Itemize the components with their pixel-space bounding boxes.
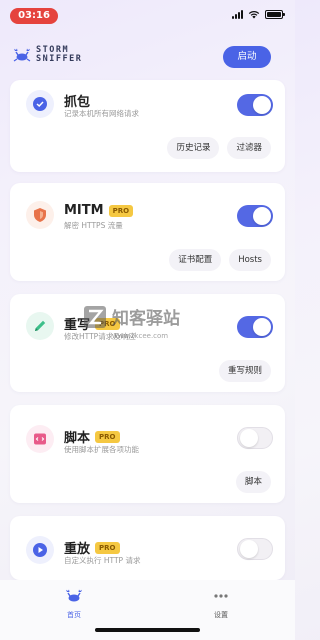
pro-badge: PRO — [95, 541, 120, 554]
battery-icon — [265, 10, 285, 19]
certificate-config-chip[interactable]: 证书配置 — [169, 249, 222, 271]
signal-icon — [232, 10, 243, 19]
play-icon — [26, 536, 54, 564]
status-time: 03:16 — [10, 8, 58, 24]
card-subtitle: 使用脚本扩展各项功能 — [64, 445, 139, 454]
card-mitm: MITM PRO 解密 HTTPS 流量 证书配置 Hosts — [10, 183, 285, 281]
wifi-icon — [248, 10, 260, 19]
card-rewrite: 重写 PRO 修改HTTP请求及响应 重写规则 — [10, 294, 285, 392]
filter-chip[interactable]: 过滤器 — [227, 137, 271, 159]
start-button[interactable]: 启动 — [223, 46, 271, 68]
tab-home-label: 首页 — [67, 611, 81, 619]
card-subtitle: 记录本机所有网络请求 — [64, 109, 139, 118]
logo-line-2: SNIFFER — [36, 54, 83, 64]
pro-badge: PRO — [95, 317, 120, 330]
replay-toggle[interactable] — [237, 538, 273, 560]
card-replay: 重放 PRO 自定义执行 HTTP 请求 — [10, 516, 285, 580]
card-subtitle: 自定义执行 HTTP 请求 — [64, 556, 141, 565]
app-logo: STORM SNIFFER — [12, 46, 82, 64]
tab-home[interactable]: 首页 — [54, 588, 94, 620]
home-indicator — [95, 628, 200, 632]
card-title: MITM — [64, 203, 104, 218]
card-script: 脚本 PRO 使用脚本扩展各项功能 脚本 — [10, 405, 285, 503]
hosts-chip[interactable]: Hosts — [229, 249, 271, 271]
mitm-toggle[interactable] — [237, 205, 273, 227]
pro-badge: PRO — [108, 204, 134, 217]
script-toggle[interactable] — [237, 427, 273, 449]
more-dots-icon — [214, 594, 228, 598]
history-chip[interactable]: 历史记录 — [167, 137, 220, 159]
rewrite-rules-chip[interactable]: 重写规则 — [218, 360, 271, 382]
pencil-icon — [26, 312, 54, 340]
rewrite-toggle[interactable] — [237, 316, 273, 338]
status-icons — [232, 10, 285, 19]
shield-icon — [26, 201, 54, 229]
script-icon — [26, 425, 54, 453]
clock-icon — [26, 90, 54, 118]
crab-logo-icon — [13, 48, 31, 62]
crab-icon — [66, 589, 82, 602]
tab-settings[interactable]: 设置 — [201, 588, 241, 620]
status-bar: 03:16 — [0, 0, 295, 30]
pro-badge: PRO — [95, 430, 120, 443]
capture-toggle[interactable] — [237, 94, 273, 116]
card-subtitle: 解密 HTTPS 流量 — [64, 221, 123, 230]
card-capture: 抓包 记录本机所有网络请求 历史记录 过滤器 — [10, 80, 285, 172]
tab-settings-label: 设置 — [214, 611, 228, 619]
card-subtitle: 修改HTTP请求及响应 — [64, 332, 136, 341]
script-chip[interactable]: 脚本 — [235, 471, 271, 493]
